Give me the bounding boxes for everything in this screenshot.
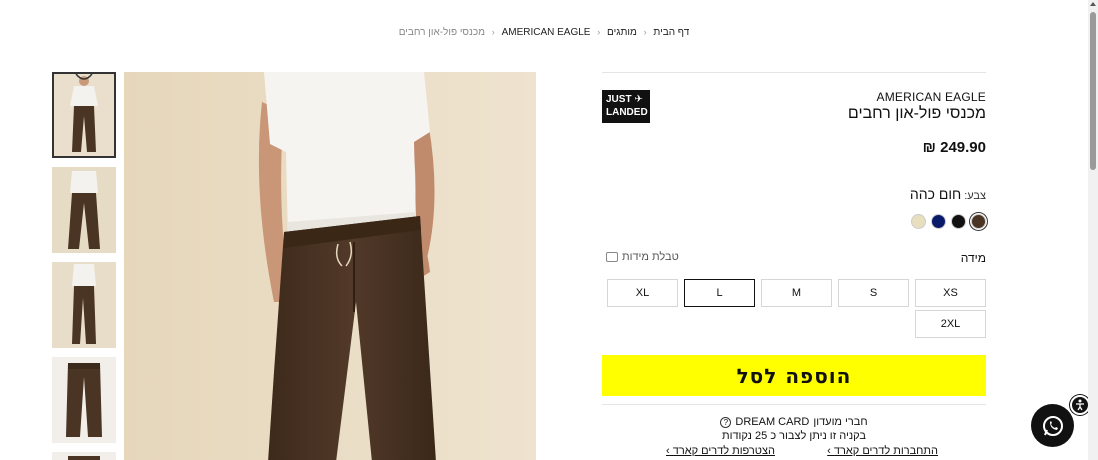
ruler-icon [606, 252, 618, 262]
product-title: מכנסי פול-און רחבים [847, 105, 986, 122]
size-button-xl[interactable]: XL [607, 279, 678, 307]
breadcrumb: דף הבית ‹ מותגים ‹ AMERICAN EAGLE ‹ מכנס… [0, 27, 1088, 38]
size-button-m[interactable]: M [761, 279, 832, 307]
accessibility-button[interactable] [1070, 395, 1090, 415]
club-prefix: חברי מועדון [813, 416, 868, 428]
plane-icon: ✈ [634, 94, 643, 105]
badge-line1: JUST [606, 94, 632, 105]
size-chart-label: טבלת מידות [622, 251, 679, 263]
thumbnail-1[interactable] [52, 72, 116, 158]
color-swatches [911, 214, 986, 229]
breadcrumb-brand[interactable]: AMERICAN EAGLE [502, 27, 591, 38]
scroll-up-icon[interactable] [1090, 2, 1096, 6]
size-button-s[interactable]: S [838, 279, 909, 307]
size-chart-link[interactable]: טבלת מידות [606, 251, 679, 263]
thumbnail-2[interactable] [52, 167, 116, 253]
color-swatch-navy[interactable] [931, 214, 946, 229]
question-icon[interactable]: ? [720, 416, 732, 428]
accessibility-icon [1076, 399, 1084, 411]
club-name: DREAM CARD [735, 416, 810, 428]
color-swatch-brown[interactable] [971, 214, 986, 229]
breadcrumb-home[interactable]: דף הבית [653, 27, 689, 38]
dream-card-info: חברי מועדון DREAM CARD ? בקניה זו ניתן ל… [602, 415, 986, 443]
product-brand[interactable]: AMERICAN EAGLE [877, 90, 987, 104]
whatsapp-icon [1042, 415, 1063, 436]
breadcrumb-brands[interactable]: מותגים [607, 27, 637, 38]
thumbnail-4[interactable] [52, 357, 116, 443]
color-swatch-black[interactable] [951, 214, 966, 229]
chevron-left-icon: ‹ [491, 27, 495, 37]
thumbnail-3[interactable] [52, 262, 116, 348]
color-value: חום כהה [909, 186, 962, 202]
color-label: צבע:חום כהה [910, 186, 986, 202]
size-button-l[interactable]: L [684, 279, 755, 307]
divider [602, 72, 986, 73]
whatsapp-button[interactable] [1031, 404, 1074, 447]
product-main-image[interactable] [124, 72, 536, 460]
scrollbar-thumb[interactable] [1090, 12, 1096, 170]
club-links: התחברות לדרים קארד › הצטרפות לדרים קארד … [666, 445, 938, 457]
add-to-cart-button[interactable]: הוספה לסל [602, 355, 986, 396]
badge-line2: LANDED [606, 107, 648, 118]
club-login-link[interactable]: התחברות לדרים קארד › [827, 445, 938, 457]
breadcrumb-current: מכנסי פול-און רחבים [398, 27, 485, 38]
chevron-left-icon: ‹ [597, 27, 601, 37]
product-price: 249.90 ₪ [922, 139, 986, 156]
thumbnail-gallery [52, 72, 116, 460]
page-scrollbar[interactable] [1088, 0, 1098, 460]
club-points: בקניה זו ניתן לצבור כ 25 נקודות [722, 430, 866, 442]
just-landed-badge: JUST ✈ LANDED [602, 90, 650, 123]
product-panel: AMERICAN EAGLE מכנסי פול-און רחבים JUST … [602, 72, 986, 457]
thumbnail-5[interactable] [52, 452, 116, 460]
club-join-link[interactable]: הצטרפות לדרים קארד › [666, 445, 775, 457]
divider [602, 404, 986, 405]
color-swatch-cream[interactable] [911, 214, 926, 229]
size-button-2xl[interactable]: 2XL [915, 310, 986, 338]
size-label: מידה [960, 251, 986, 265]
chevron-left-icon: ‹ [643, 27, 647, 37]
size-button-xs[interactable]: XS [915, 279, 986, 307]
color-key: צבע: [964, 190, 986, 202]
